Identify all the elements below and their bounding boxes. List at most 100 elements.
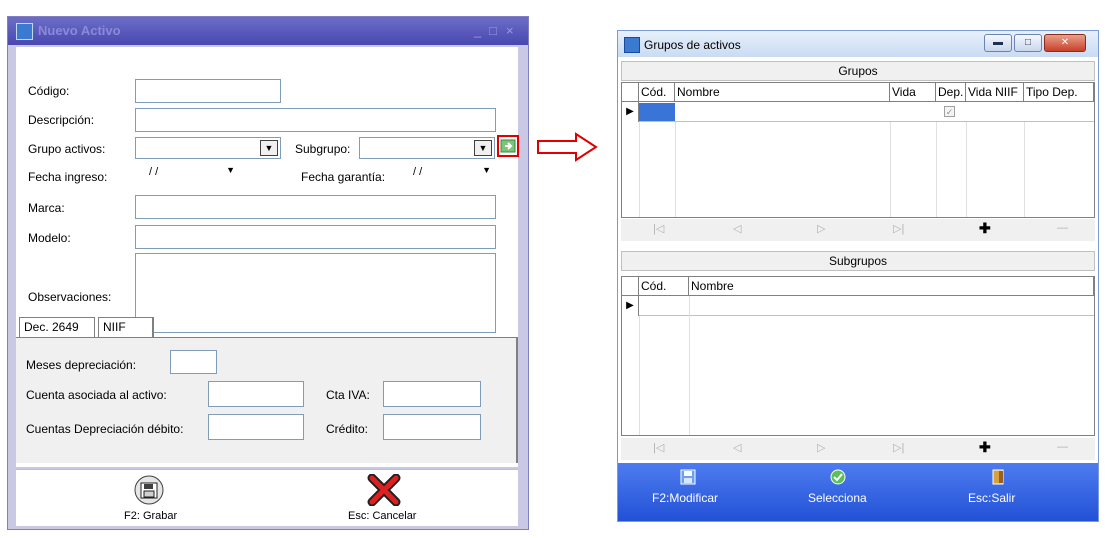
- first-record-icon[interactable]: |◁: [653, 222, 664, 235]
- save-disk-icon: [134, 475, 164, 505]
- cancelar-button[interactable]: Esc: Cancelar: [348, 474, 428, 524]
- fecha-ingreso-value: / /: [149, 166, 159, 178]
- cuenta-activo-input[interactable]: [208, 381, 304, 407]
- codigo-label: Código:: [28, 84, 70, 98]
- row-selector-header: [622, 277, 639, 296]
- col-cod[interactable]: Cód.: [639, 277, 689, 296]
- credito-label: Crédito:: [326, 422, 369, 436]
- delete-record-icon[interactable]: —: [1057, 441, 1068, 453]
- row-pointer-icon: ▶: [622, 296, 639, 316]
- selected-cell[interactable]: [639, 103, 675, 121]
- subgrupos-navigator: |◁ ◁ ▷ ▷| ✚ —: [621, 438, 1095, 460]
- grupo-select[interactable]: ▼: [135, 137, 281, 159]
- salir-label: Esc:Salir: [968, 491, 1016, 505]
- codigo-input[interactable]: [135, 79, 281, 103]
- col-dep[interactable]: Dep.: [936, 83, 966, 102]
- title-bar[interactable]: Nuevo Activo _ □ ×: [8, 17, 528, 45]
- modificar-label: F2:Modificar: [652, 491, 719, 505]
- fecha-garantia-value: / /: [413, 166, 423, 178]
- prev-record-icon[interactable]: ◁: [733, 441, 741, 454]
- fecha-garantia-picker[interactable]: / / ▼: [399, 165, 495, 185]
- go-arrow-icon: [500, 139, 516, 153]
- close-button[interactable]: ×: [506, 23, 514, 38]
- cuenta-activo-label: Cuenta asociada al activo:: [26, 388, 167, 402]
- row-pointer-icon: ▶: [622, 102, 639, 122]
- add-record-icon[interactable]: ✚: [979, 439, 991, 456]
- col-line: [689, 296, 690, 435]
- chevron-down-icon[interactable]: ▼: [226, 165, 235, 175]
- fecha-garantia-label: Fecha garantía:: [301, 170, 386, 184]
- col-line: [639, 122, 640, 217]
- minimize-button[interactable]: _: [474, 23, 481, 38]
- cancelar-label: Esc: Cancelar: [348, 510, 417, 522]
- col-line: [639, 316, 640, 435]
- prev-record-icon[interactable]: ◁: [733, 222, 741, 235]
- app-icon: [624, 37, 640, 53]
- marca-label: Marca:: [28, 201, 65, 215]
- row-divider: [639, 121, 1094, 122]
- col-vida[interactable]: Vida: [890, 83, 936, 102]
- title-bar[interactable]: Grupos de activos ▬ □ ✕: [618, 31, 1098, 57]
- right-arrow-icon: [537, 132, 598, 162]
- grupo-label: Grupo activos:: [28, 142, 106, 156]
- window-title: Nuevo Activo: [38, 23, 121, 38]
- last-record-icon[interactable]: ▷|: [893, 222, 904, 235]
- grabar-button[interactable]: F2: Grabar: [114, 474, 184, 524]
- col-nombre[interactable]: Nombre: [689, 277, 1094, 296]
- check-circle-icon: [830, 469, 846, 485]
- credito-input[interactable]: [383, 414, 481, 440]
- subgrupos-grid[interactable]: Cód. Nombre ▶: [621, 276, 1095, 436]
- chevron-down-icon[interactable]: ▼: [474, 140, 492, 156]
- close-button[interactable]: ✕: [1044, 34, 1086, 52]
- delete-record-icon[interactable]: —: [1057, 222, 1068, 234]
- dep-checkbox[interactable]: ✓: [944, 106, 955, 117]
- maximize-button[interactable]: □: [1014, 34, 1042, 52]
- col-tipo-dep[interactable]: Tipo Dep.: [1024, 83, 1094, 102]
- col-cod[interactable]: Cód.: [639, 83, 675, 102]
- col-line: [966, 122, 967, 217]
- grupos-grid[interactable]: Cód. Nombre Vida Dep. Vida NIIF Tipo Dep…: [621, 82, 1095, 218]
- meses-input[interactable]: [170, 350, 217, 374]
- col-nombre[interactable]: Nombre: [675, 83, 890, 102]
- tab-content: Meses depreciación: Cuenta asociada al a…: [16, 337, 518, 463]
- fecha-ingreso-label: Fecha ingreso:: [28, 170, 108, 184]
- window-title: Grupos de activos: [644, 38, 741, 52]
- modelo-label: Modelo:: [28, 231, 71, 245]
- last-record-icon[interactable]: ▷|: [893, 441, 904, 454]
- selecciona-button[interactable]: Selecciona: [798, 467, 878, 517]
- chevron-down-icon[interactable]: ▼: [260, 140, 278, 156]
- minimize-button[interactable]: ▬: [984, 34, 1012, 52]
- open-grupos-button[interactable]: [497, 135, 519, 157]
- modelo-input[interactable]: [135, 225, 496, 249]
- maximize-button[interactable]: □: [489, 23, 497, 38]
- marca-input[interactable]: [135, 195, 496, 219]
- col-vida-niif[interactable]: Vida NIIF: [966, 83, 1024, 102]
- cuentas-debito-input[interactable]: [208, 414, 304, 440]
- descripcion-input[interactable]: [135, 108, 496, 132]
- cta-iva-input[interactable]: [383, 381, 481, 407]
- next-record-icon[interactable]: ▷: [817, 441, 825, 454]
- app-icon: [16, 23, 33, 40]
- bottom-toolbar: F2:Modificar Selecciona Esc:Salir: [618, 463, 1098, 521]
- grupos-section-title: Grupos: [621, 61, 1095, 81]
- salir-button[interactable]: Esc:Salir: [956, 467, 1036, 517]
- subgrupo-select[interactable]: ▼: [359, 137, 495, 159]
- subgrupos-section-title: Subgrupos: [621, 251, 1095, 271]
- exit-door-icon: [992, 469, 1004, 485]
- selecciona-label: Selecciona: [808, 491, 867, 505]
- first-record-icon[interactable]: |◁: [653, 441, 664, 454]
- cta-iva-label: Cta IVA:: [326, 388, 370, 402]
- grabar-label: F2: Grabar: [124, 510, 178, 522]
- tab-niif[interactable]: NIIF: [98, 317, 154, 337]
- chevron-down-icon[interactable]: ▼: [482, 165, 491, 175]
- row-divider: [639, 315, 1094, 316]
- tab-dec-2649[interactable]: Dec. 2649: [19, 317, 95, 337]
- depreciation-tabs: Dec. 2649 NIIF Meses depreciación: Cuent…: [16, 317, 518, 467]
- add-record-icon[interactable]: ✚: [979, 220, 991, 237]
- col-line: [936, 122, 937, 217]
- next-record-icon[interactable]: ▷: [817, 222, 825, 235]
- col-line: [1024, 122, 1025, 217]
- observaciones-label: Observaciones:: [28, 290, 112, 304]
- fecha-ingreso-picker[interactable]: / / ▼: [135, 165, 239, 185]
- modificar-button[interactable]: F2:Modificar: [648, 467, 728, 517]
